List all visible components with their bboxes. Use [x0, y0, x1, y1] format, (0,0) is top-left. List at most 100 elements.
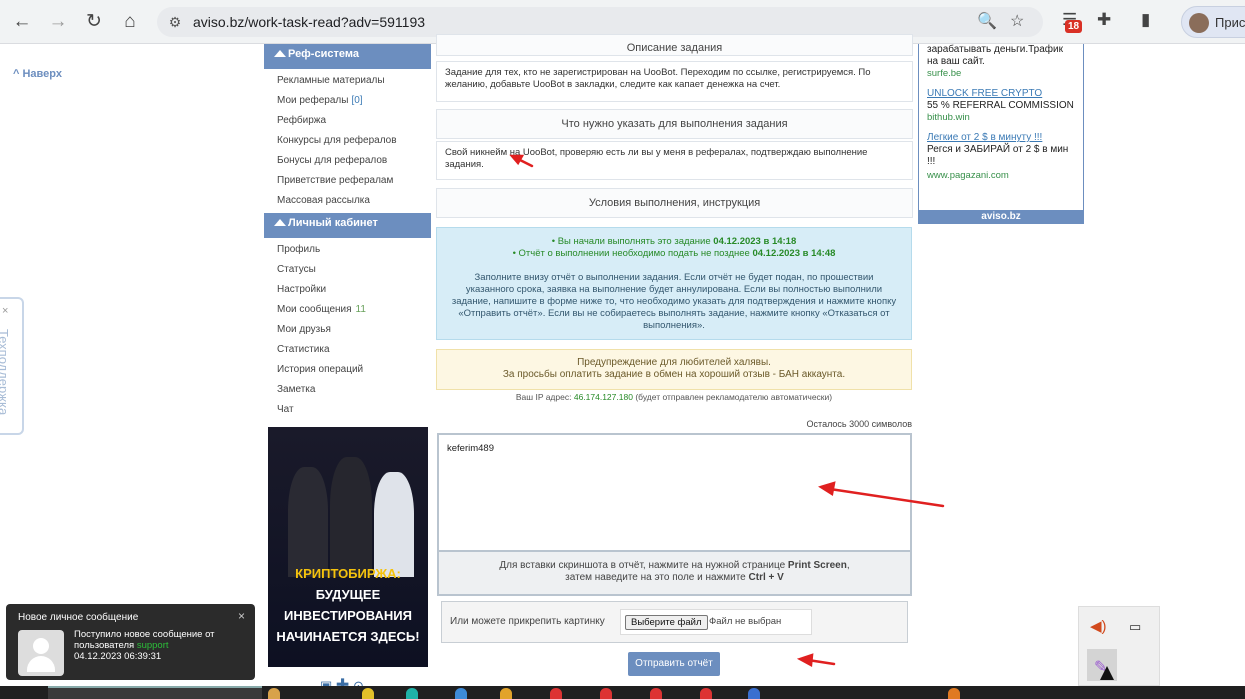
- network-icon[interactable]: ▭: [1129, 619, 1141, 635]
- notification-sender[interactable]: support: [137, 640, 169, 651]
- choose-file-button[interactable]: Выберите файл: [625, 615, 708, 630]
- extension-badge: 18: [1065, 20, 1083, 33]
- menu-item[interactable]: Рефбиржа: [264, 111, 431, 131]
- paste-hint-text: Для вставки скриншота в отчёт, нажмите н…: [499, 560, 788, 571]
- menu-item[interactable]: Мои друзья: [264, 320, 431, 340]
- forward-icon[interactable]: →: [46, 10, 70, 34]
- ip-note: (будет отправлен рекламодателю автоматич…: [635, 392, 833, 402]
- file-input[interactable]: Выберите файл Файл не выбран: [620, 609, 812, 635]
- required-title: Что нужно указать для выполнения задания: [436, 109, 913, 139]
- support-tab-label: Техподдержка: [0, 329, 11, 416]
- ref-system-header[interactable]: Реф-система: [264, 44, 431, 69]
- ad-domain[interactable]: surfe.be: [927, 68, 1075, 80]
- menu-item-label: Настройки: [277, 284, 327, 295]
- ad-title-link[interactable]: UNLOCK FREE CRYPTO: [927, 88, 1075, 100]
- back-icon[interactable]: ←: [10, 10, 34, 34]
- menu-item[interactable]: Мои рефералы [0]: [264, 91, 431, 111]
- side-panel-icon[interactable]: ▮: [1141, 10, 1150, 30]
- notification-time: 04.12.2023 06:39:31: [74, 651, 162, 662]
- system-tray-overflow: ◀) ▭ ✎: [1078, 606, 1160, 686]
- submit-report-button[interactable]: Отправить отчёт: [628, 652, 720, 676]
- taskbar-active-window[interactable]: [48, 686, 262, 699]
- menu-item-label: Мои рефералы: [277, 95, 349, 106]
- taskbar-app-icon[interactable]: [362, 688, 374, 699]
- menu-item[interactable]: История операций: [264, 360, 431, 380]
- report-textarea[interactable]: keferim489: [437, 433, 912, 552]
- close-icon[interactable]: ×: [2, 305, 8, 317]
- taskbar-app-icon[interactable]: [268, 688, 280, 699]
- ref-menu-list: Рекламные материалы Мои рефералы [0] Рефб…: [264, 71, 431, 211]
- ad-domain[interactable]: www.pagazani.com: [927, 170, 1075, 182]
- menu-item-label: Мои сообщения: [277, 304, 352, 315]
- description-text: Задание для тех, кто не зарегистрирован …: [436, 61, 913, 102]
- instructions-text: Заполните внизу отчёт о выполнении задан…: [451, 272, 897, 331]
- conditions-title: Условия выполнения, инструкция: [436, 188, 913, 218]
- attach-label: Или можете прикрепить картинку: [450, 616, 605, 627]
- site-info-icon[interactable]: ⚙: [165, 12, 185, 32]
- warning-title: Предупреждение для любителей халявы.: [577, 357, 771, 368]
- menu-item[interactable]: Заметка: [264, 380, 431, 400]
- menu-item[interactable]: Мои сообщения 11: [264, 300, 431, 320]
- banner-line: БУДУЩЕЕ: [315, 587, 381, 602]
- menu-item[interactable]: Бонусы для рефералов: [264, 151, 431, 171]
- menu-item-label: Статусы: [277, 264, 316, 275]
- menu-item[interactable]: Настройки: [264, 280, 431, 300]
- ip-label: Ваш IP адрес:: [515, 392, 572, 402]
- zoom-icon[interactable]: 🔍: [977, 11, 997, 31]
- close-icon[interactable]: ×: [238, 609, 245, 623]
- banner-text: КРИПТОБИРЖА: БУДУЩЕЕ ИНВЕСТИРОВАНИЯ НАЧИ…: [268, 563, 428, 647]
- taskbar-app-icon[interactable]: [600, 688, 612, 699]
- menu-item[interactable]: Рекламные материалы: [264, 71, 431, 91]
- cabinet-header[interactable]: Личный кабинет: [264, 213, 431, 238]
- scroll-top-label: Наверх: [22, 68, 62, 80]
- menu-item-label: Чат: [277, 404, 294, 415]
- menu-item-label: Заметка: [277, 384, 316, 395]
- paste-hint-key: Print Screen: [787, 560, 847, 571]
- scroll-top-link[interactable]: ^ Наверх: [13, 68, 62, 80]
- taskbar-app-icon[interactable]: [500, 688, 512, 699]
- menu-item[interactable]: Массовая рассылка: [264, 191, 431, 211]
- taskbar-app-icon[interactable]: [406, 688, 418, 699]
- taskbar-app-icon[interactable]: [455, 688, 467, 699]
- banner-person: [288, 467, 328, 577]
- left-menu: Реф-система Рекламные материалы Мои рефе…: [264, 44, 431, 699]
- notification-body: Поступило новое сообщение от пользовател…: [74, 629, 249, 662]
- taskbar-app-icon[interactable]: [948, 688, 960, 699]
- menu-item-label: Рефбиржа: [277, 115, 327, 126]
- taskbar-app-icon[interactable]: [650, 688, 662, 699]
- home-icon[interactable]: ⌂: [118, 10, 142, 34]
- taskbar-app-icon[interactable]: [700, 688, 712, 699]
- user-avatar-icon: [18, 630, 64, 676]
- speaker-icon[interactable]: ◀): [1090, 617, 1107, 635]
- menu-item[interactable]: Приветствие рефералам: [264, 171, 431, 191]
- mouse-cursor-icon: [1100, 666, 1114, 680]
- menu-item[interactable]: Статистика: [264, 340, 431, 360]
- menu-item[interactable]: Чат: [264, 400, 431, 420]
- crypto-banner[interactable]: КРИПТОБИРЖА: БУДУЩЕЕ ИНВЕСТИРОВАНИЯ НАЧИ…: [268, 427, 428, 667]
- ad-item: Легкие от 2 $ в минуту !!! Регся и ЗАБИР…: [919, 132, 1083, 182]
- menu-item[interactable]: Профиль: [264, 240, 431, 260]
- ad-item: UNLOCK FREE CRYPTO 55 % REFERRAL COMMISS…: [919, 88, 1083, 124]
- support-tab[interactable]: × Техподдержка: [0, 297, 24, 435]
- ad-domain[interactable]: bithub.win: [927, 112, 1075, 124]
- banner-person: [374, 472, 414, 577]
- menu-item[interactable]: Конкурсы для рефералов: [264, 131, 431, 151]
- bookmark-star-icon[interactable]: ☆: [1010, 11, 1024, 31]
- taskbar-app-icon[interactable]: [748, 688, 760, 699]
- attach-image-row: Или можете прикрепить картинку Выберите …: [441, 601, 908, 643]
- menu-item[interactable]: Статусы: [264, 260, 431, 280]
- extensions-puzzle-icon[interactable]: ✚: [1097, 10, 1111, 30]
- banner-person: [330, 457, 372, 577]
- deadline-prefix: • Отчёт о выполнении необходимо подать н…: [512, 248, 753, 259]
- taskbar: [0, 686, 1245, 699]
- reload-icon[interactable]: ↻: [82, 10, 106, 34]
- message-notification[interactable]: Новое личное сообщение × Поступило новое…: [6, 604, 255, 680]
- url-text[interactable]: aviso.bz/work-task-read?adv=591193: [193, 14, 425, 30]
- menu-item-label: История операций: [277, 364, 364, 375]
- ad-title-link[interactable]: Легкие от 2 $ в минуту !!!: [927, 132, 1075, 144]
- screenshot-paste-area[interactable]: Для вставки скриншота в отчёт, нажмите н…: [437, 552, 912, 596]
- address-bar[interactable]: ⚙ aviso.bz/work-task-read?adv=591193 🔍 ☆: [157, 7, 1043, 37]
- collapse-icon: [274, 50, 286, 57]
- profile-button[interactable]: Прис: [1181, 6, 1245, 38]
- taskbar-app-icon[interactable]: [550, 688, 562, 699]
